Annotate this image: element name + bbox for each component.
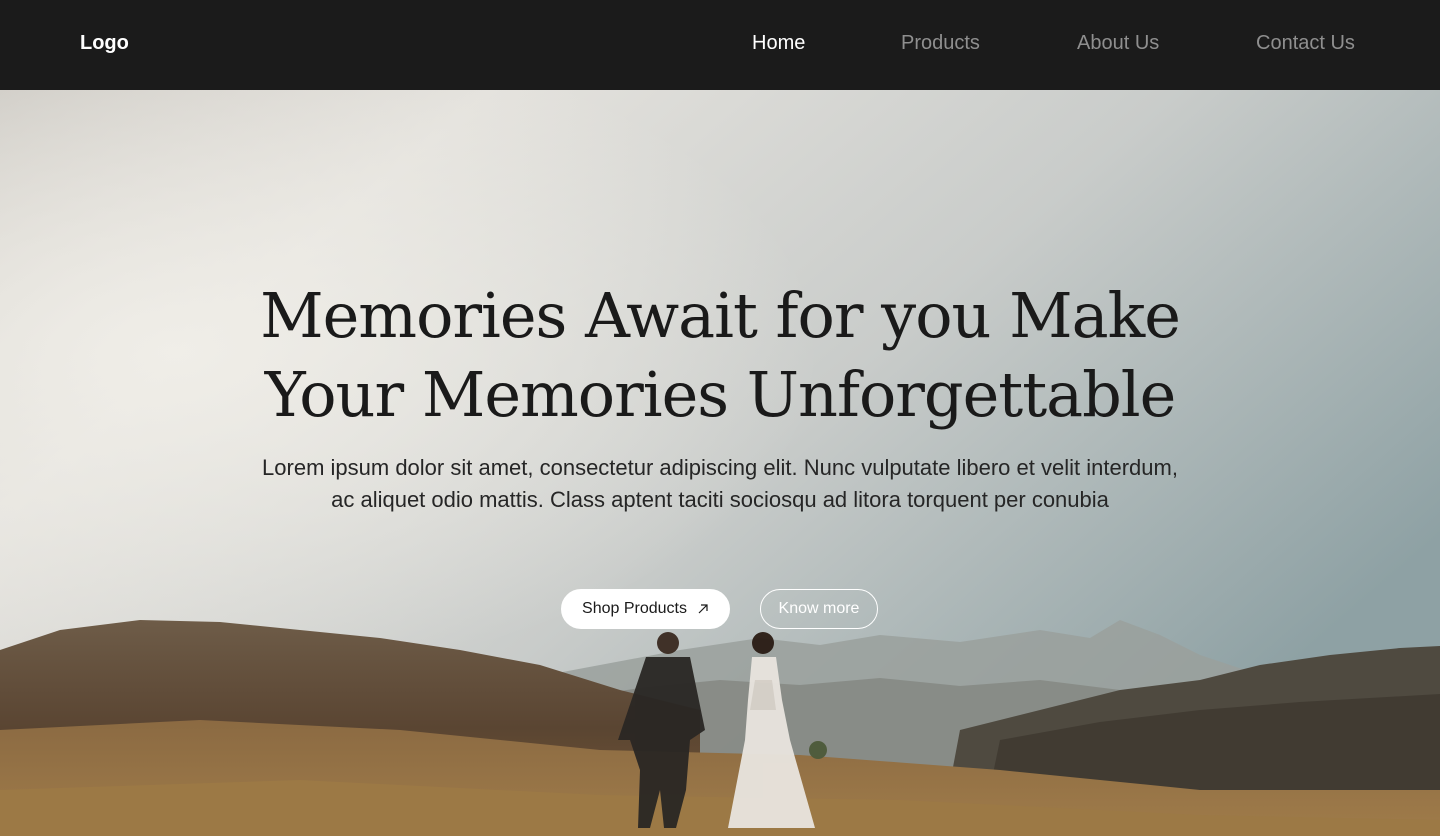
shop-products-button[interactable]: Shop Products — [561, 589, 730, 629]
arrow-up-right-icon — [698, 604, 708, 614]
hero-section: Memories Await for you Make Your Memorie… — [0, 90, 1440, 836]
nav-link-products[interactable]: Products — [901, 31, 980, 55]
nav-link-contact-us[interactable]: Contact Us — [1256, 31, 1355, 55]
top-navbar: Logo Home Products About Us Contact Us — [0, 0, 1440, 90]
know-more-label: Know more — [778, 600, 860, 617]
hero-headline: Memories Await for you Make Your Memorie… — [260, 279, 1181, 431]
nav-link-about-us[interactable]: About Us — [1077, 31, 1159, 55]
nav-link-home[interactable]: Home — [752, 31, 805, 55]
hero-subtext: Lorem ipsum dolor sit amet, consectetur … — [262, 455, 1178, 512]
shop-products-label: Shop Products — [582, 600, 687, 617]
know-more-button[interactable]: Know more — [760, 589, 878, 629]
logo[interactable]: Logo — [80, 31, 129, 55]
